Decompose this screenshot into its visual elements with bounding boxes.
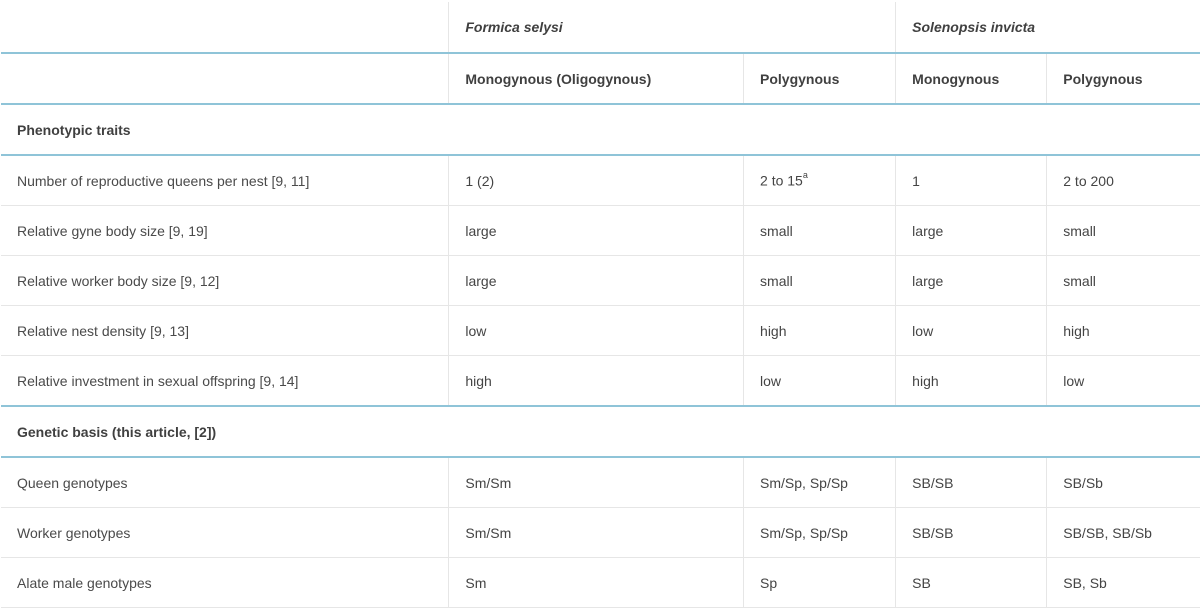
table-cell: high <box>1046 305 1200 356</box>
section-row-genetic: Genetic basis (this article, [2]) <box>1 406 1200 458</box>
table-cell: Sm/Sm <box>448 507 745 558</box>
species-solenopsis-invicta: Solenopsis invicta <box>895 2 1200 54</box>
form-header-si-polygynous: Polygynous <box>1046 53 1200 105</box>
species-formica-selysi: Formica selysi <box>448 2 897 54</box>
species-header-row: Formica selysi Solenopsis invicta <box>1 2 1200 54</box>
table-cell: 2 to 15a <box>743 155 897 206</box>
row-label: Alate male genotypes <box>1 557 450 608</box>
row-label: Relative worker body size [9, 12] <box>1 255 450 306</box>
table-row: Relative worker body size [9, 12] large … <box>1 255 1200 306</box>
table-row: Alate male genotypes Sm Sp SB SB, Sb <box>1 557 1200 608</box>
traits-comparison-table: Formica selysi Solenopsis invicta Monogy… <box>1 2 1200 608</box>
table-row: Queen genotypes Sm/Sm Sm/Sp, Sp/Sp SB/SB… <box>1 457 1200 508</box>
table-cell: small <box>1046 255 1200 306</box>
table-cell: SB <box>895 557 1048 608</box>
table-cell: 2 to 200 <box>1046 155 1200 206</box>
table-cell: Sm <box>448 557 745 608</box>
section-row-phenotypic: Phenotypic traits <box>1 104 1200 156</box>
row-label: Number of reproductive queens per nest [… <box>1 155 450 206</box>
table-cell: low <box>1046 355 1200 407</box>
table-cell: low <box>743 355 897 407</box>
row-label: Relative nest density [9, 13] <box>1 305 450 356</box>
table-cell: low <box>895 305 1048 356</box>
table-cell: Sm/Sp, Sp/Sp <box>743 507 897 558</box>
table-row: Worker genotypes Sm/Sm Sm/Sp, Sp/Sp SB/S… <box>1 507 1200 558</box>
corner-cell-lower <box>1 53 450 105</box>
table-row: Relative gyne body size [9, 19] large sm… <box>1 205 1200 256</box>
form-header-fs-polygynous: Polygynous <box>743 53 897 105</box>
table-cell: large <box>895 205 1048 256</box>
corner-cell <box>1 2 450 54</box>
form-header-si-monogynous: Monogynous <box>895 53 1048 105</box>
footnote-marker: a <box>802 170 808 181</box>
table-cell: Sm/Sm <box>448 457 745 508</box>
row-label: Relative gyne body size [9, 19] <box>1 205 450 256</box>
table-cell: large <box>448 205 745 256</box>
table-row: Relative nest density [9, 13] low high l… <box>1 305 1200 356</box>
row-label: Queen genotypes <box>1 457 450 508</box>
table-cell: SB/SB <box>895 507 1048 558</box>
table-row: Number of reproductive queens per nest [… <box>1 155 1200 206</box>
table-cell: large <box>448 255 745 306</box>
table-cell: Sp <box>743 557 897 608</box>
section-title: Genetic basis (this article, [2]) <box>1 406 1200 458</box>
table-cell: high <box>448 355 745 407</box>
row-label: Worker genotypes <box>1 507 450 558</box>
table-cell: 1 (2) <box>448 155 745 206</box>
table-cell: SB, Sb <box>1046 557 1200 608</box>
cell-value: 2 to 15 <box>760 172 803 189</box>
table-cell: SB/Sb <box>1046 457 1200 508</box>
table-cell: SB/SB, SB/Sb <box>1046 507 1200 558</box>
table-cell: small <box>743 205 897 256</box>
table-cell: high <box>895 355 1048 407</box>
row-label: Relative investment in sexual offspring … <box>1 355 450 407</box>
table-cell: small <box>1046 205 1200 256</box>
table-row: Relative investment in sexual offspring … <box>1 355 1200 407</box>
section-title: Phenotypic traits <box>1 104 1200 156</box>
form-header-fs-monogynous: Monogynous (Oligogynous) <box>448 53 745 105</box>
table-cell: low <box>448 305 745 356</box>
table-cell: high <box>743 305 897 356</box>
table-cell: 1 <box>895 155 1048 206</box>
table-cell: SB/SB <box>895 457 1048 508</box>
table-cell: small <box>743 255 897 306</box>
social-form-header-row: Monogynous (Oligogynous) Polygynous Mono… <box>1 53 1200 105</box>
table-cell: large <box>895 255 1048 306</box>
table-cell: Sm/Sp, Sp/Sp <box>743 457 897 508</box>
